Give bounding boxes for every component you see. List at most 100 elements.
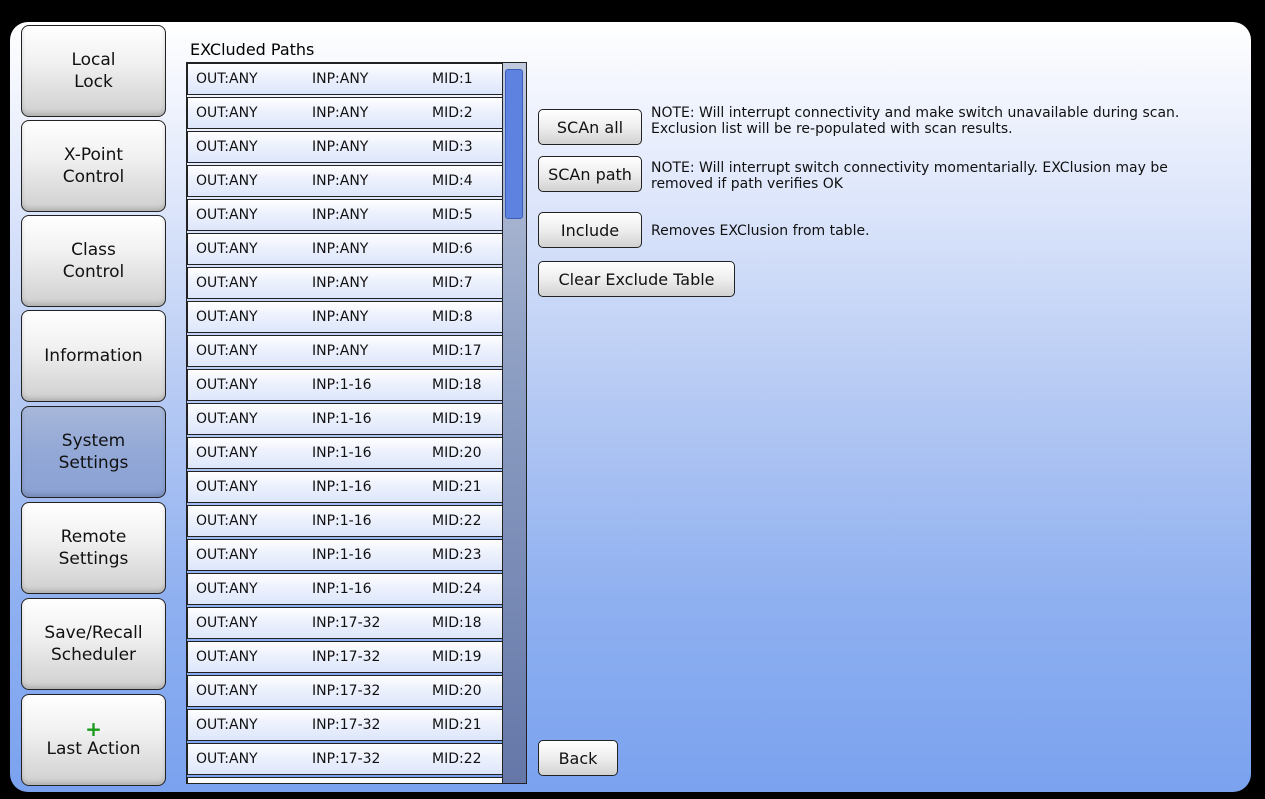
table-row[interactable]: OUT:ANY INP:17-32 MID:22	[187, 743, 503, 775]
table-row[interactable]: OUT:ANY INP:1-16 MID:23	[187, 539, 503, 571]
nav-xpoint-control[interactable]: X-Point Control	[21, 120, 166, 212]
scan-all-note: NOTE: Will interrupt connectivity and ma…	[651, 105, 1180, 137]
inp-cell: INP:ANY	[312, 71, 369, 87]
nav-last-action[interactable]: + Last Action	[21, 694, 166, 786]
inp-cell: INP:1-16	[312, 513, 372, 529]
inp-cell: INP:1-16	[312, 377, 372, 393]
out-cell: OUT:ANY	[196, 207, 258, 223]
out-cell: OUT:ANY	[196, 309, 258, 325]
nav-information[interactable]: Information	[21, 310, 166, 402]
table-row[interactable]: OUT:ANY INP:ANY MID:8	[187, 301, 503, 333]
nav-class-control[interactable]: Class Control	[21, 215, 166, 307]
include-label: Include	[560, 220, 620, 240]
mid-cell: MID:4	[432, 173, 473, 189]
nav-xpoint-control-label: X-Point Control	[62, 145, 125, 187]
inp-cell: INP:17-32	[312, 683, 381, 699]
back-button[interactable]: Back	[538, 740, 618, 776]
out-cell: OUT:ANY	[196, 683, 258, 699]
table-row[interactable]: OUT:ANY INP:ANY MID:5	[187, 199, 503, 231]
scan-all-button[interactable]: SCAn all	[538, 109, 642, 145]
table-row[interactable]: OUT:ANY INP:ANY MID:7	[187, 267, 503, 299]
mid-cell: MID:3	[432, 139, 473, 155]
clear-exclude-table-label: Clear Exclude Table	[558, 269, 715, 289]
table-row[interactable]: OUT:ANY INP:17-32 MID:20	[187, 675, 503, 707]
mid-cell: MID:20	[432, 445, 482, 461]
scan-path-label: SCAn path	[548, 164, 632, 184]
table-row[interactable]: OUT:ANY INP:17-32 MID:19	[187, 641, 503, 673]
inp-cell: INP:17-32	[312, 615, 381, 631]
inp-cell: INP:ANY	[312, 241, 369, 257]
include-button[interactable]: Include	[538, 212, 642, 248]
out-cell: OUT:ANY	[196, 717, 258, 733]
clear-exclude-table-button[interactable]: Clear Exclude Table	[538, 261, 735, 297]
out-cell: OUT:ANY	[196, 139, 258, 155]
nav-local-lock[interactable]: Local Lock	[21, 25, 166, 117]
nav-information-label: Information	[44, 346, 143, 366]
out-cell: OUT:ANY	[196, 275, 258, 291]
mid-cell: MID:22	[432, 751, 482, 767]
table-row[interactable]: OUT:ANY INP:1-16 MID:21	[187, 471, 503, 503]
inp-cell: INP:17-32	[312, 751, 381, 767]
table-row[interactable]: OUT:ANY INP:17-32 MID:18	[187, 607, 503, 639]
mid-cell: MID:1	[432, 71, 473, 87]
table-row[interactable]: OUT:ANYINP:17-32MID:23	[187, 777, 503, 783]
table-row[interactable]: OUT:ANY INP:17-32 MID:21	[187, 709, 503, 741]
inp-cell: INP:1-16	[312, 445, 372, 461]
inp-cell: INP:ANY	[312, 343, 369, 359]
inp-cell: INP:ANY	[312, 207, 369, 223]
table-row[interactable]: OUT:ANY INP:ANY MID:1	[187, 63, 503, 95]
scan-path-button[interactable]: SCAn path	[538, 156, 642, 192]
mid-cell: MID:19	[432, 649, 482, 665]
nav-save-recall-scheduler[interactable]: Save/Recall Scheduler	[21, 598, 166, 690]
mid-cell: MID:21	[432, 479, 482, 495]
inp-cell: INP:ANY	[312, 309, 369, 325]
inp-cell: INP:1-16	[312, 411, 372, 427]
mid-cell: MID:2	[432, 105, 473, 121]
nav-local-lock-label: Local Lock	[71, 50, 116, 92]
table-rows: OUT:ANY INP:ANY MID:1 OUT:ANY INP:ANY MID:2 OU…	[187, 63, 503, 783]
table-row[interactable]: OUT:ANY INP:ANY MID:3	[187, 131, 503, 163]
plus-icon: +	[85, 717, 102, 741]
inp-cell: INP:17-32	[312, 717, 381, 733]
scrollbar-thumb[interactable]	[505, 69, 523, 219]
mid-cell: MID:22	[432, 513, 482, 529]
excluded-paths-table[interactable]: OUT:ANY INP:ANY MID:1 OUT:ANY INP:ANY MID:2 OU…	[186, 62, 527, 784]
nav-remote-settings[interactable]: Remote Settings	[21, 502, 166, 594]
table-row[interactable]: OUT:ANY INP:ANY MID:2	[187, 97, 503, 129]
table-row[interactable]: OUT:ANY INP:ANY MID:17	[187, 335, 503, 367]
out-cell: OUT:ANY	[196, 173, 258, 189]
table-row[interactable]: OUT:ANY INP:1-16 MID:24	[187, 573, 503, 605]
mid-cell: MID:5	[432, 207, 473, 223]
inp-cell: INP:ANY	[312, 173, 369, 189]
scan-all-label: SCAn all	[556, 117, 624, 137]
out-cell: OUT:ANY	[196, 411, 258, 427]
out-cell: OUT:ANY	[196, 751, 258, 767]
mid-cell: MID:18	[432, 377, 482, 393]
table-row[interactable]: OUT:ANY INP:ANY MID:4	[187, 165, 503, 197]
out-cell: OUT:ANY	[196, 581, 258, 597]
inp-cell: INP:1-16	[312, 547, 372, 563]
scan-path-note: NOTE: Will interrupt switch connectivity…	[651, 160, 1168, 192]
out-cell: OUT:ANY	[196, 479, 258, 495]
mid-cell: MID:8	[432, 309, 473, 325]
table-row[interactable]: OUT:ANY INP:ANY MID:6	[187, 233, 503, 265]
scrollbar-track[interactable]	[502, 63, 526, 783]
nav-system-settings-label: System Settings	[58, 431, 129, 473]
out-cell: OUT:ANY	[196, 241, 258, 257]
out-cell: OUT:ANY	[196, 105, 258, 121]
inp-cell: INP:ANY	[312, 105, 369, 121]
table-row[interactable]: OUT:ANY INP:1-16 MID:18	[187, 369, 503, 401]
out-cell: OUT:ANY	[196, 649, 258, 665]
nav-remote-settings-label: Remote Settings	[58, 527, 129, 569]
nav-system-settings[interactable]: System Settings	[21, 406, 166, 498]
table-row[interactable]: OUT:ANY INP:1-16 MID:19	[187, 403, 503, 435]
mid-cell: MID:17	[432, 343, 482, 359]
mid-cell: MID:7	[432, 275, 473, 291]
inp-cell: INP:1-16	[312, 581, 372, 597]
table-row[interactable]: OUT:ANY INP:1-16 MID:20	[187, 437, 503, 469]
mid-cell: MID:19	[432, 411, 482, 427]
out-cell: OUT:ANY	[196, 513, 258, 529]
mid-cell: MID:24	[432, 581, 482, 597]
table-row[interactable]: OUT:ANY INP:1-16 MID:22	[187, 505, 503, 537]
screen: Local Lock X-Point Control Class Control…	[10, 22, 1251, 792]
